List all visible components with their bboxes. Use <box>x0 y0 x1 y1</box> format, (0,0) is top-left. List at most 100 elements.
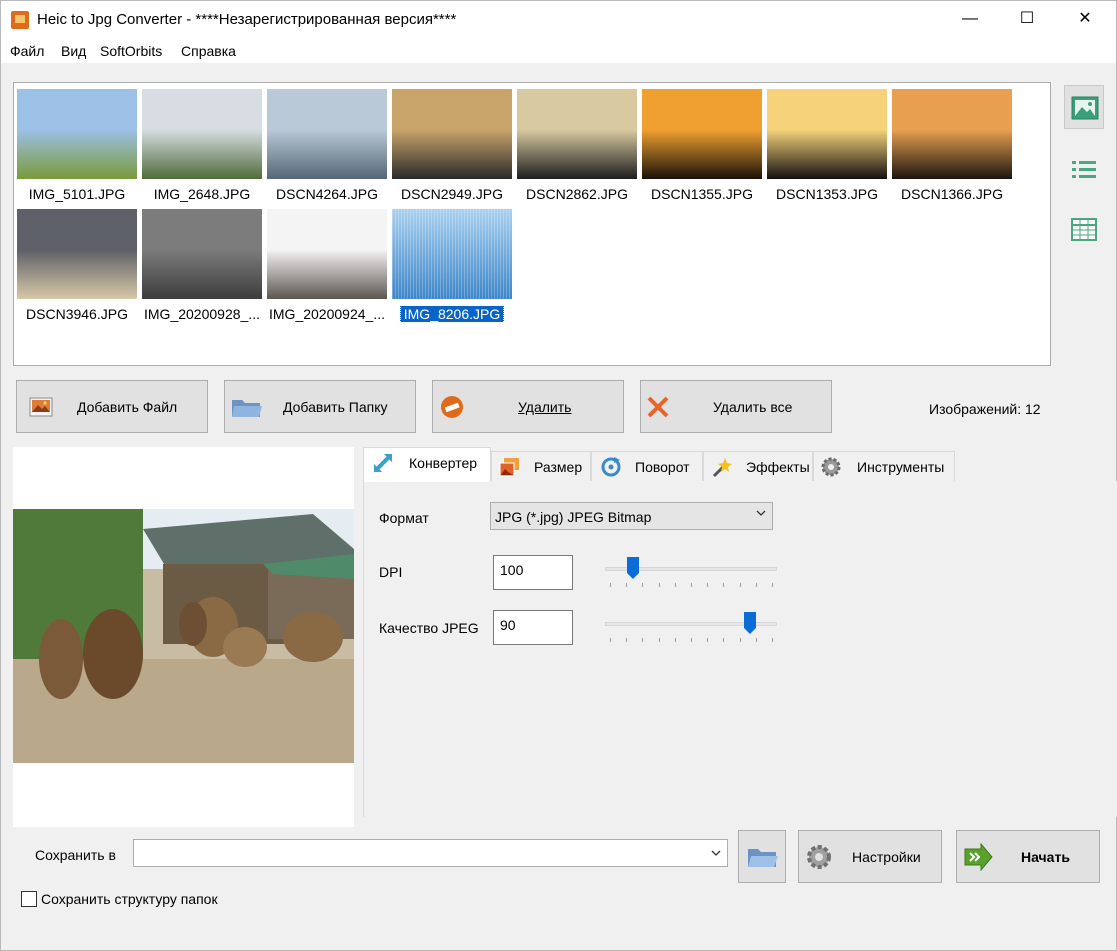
tab-tools[interactable]: Инструменты <box>813 451 955 481</box>
thumbnail-caption: DSCN4264.JPG <box>265 186 389 202</box>
tab-rotate[interactable]: Поворот <box>591 451 703 481</box>
dpi-slider[interactable] <box>605 557 777 587</box>
thumbnail-caption: DSCN3946.JPG <box>15 306 139 322</box>
add-folder-button[interactable]: Добавить Папку <box>224 380 416 433</box>
thumbnail-item[interactable]: IMG_2648.JPG <box>140 83 264 202</box>
thumbnail-image <box>392 209 512 299</box>
thumbnail-item[interactable]: IMG_5101.JPG <box>15 83 139 202</box>
maximize-button[interactable]: ☐ <box>1004 1 1050 39</box>
thumbnail-caption: IMG_20200928_... <box>140 306 264 322</box>
thumbnail-image <box>392 89 512 179</box>
image-list-panel[interactable]: IMG_5101.JPG IMG_2648.JPG DSCN4264.JPG DSCN… <box>13 82 1051 366</box>
slider-tick <box>755 638 757 642</box>
browse-folder-button[interactable] <box>738 830 786 883</box>
thumbnail-image <box>642 89 762 179</box>
thumbnail-image <box>17 89 137 179</box>
thumbnail-item[interactable]: DSCN2949.JPG <box>390 83 514 202</box>
thumbnail-item[interactable]: IMG_8206.JPG <box>390 203 514 322</box>
delete-all-label: Удалить все <box>713 399 793 415</box>
image-count: Изображений: 12 <box>929 401 1041 417</box>
thumbnail-filename: IMG_20200924_... <box>269 306 385 322</box>
thumbnail-caption: DSCN1355.JPG <box>640 186 764 202</box>
quality-slider[interactable] <box>605 612 777 642</box>
close-button[interactable]: ✕ <box>1062 1 1108 39</box>
menu-file[interactable]: Файл <box>10 43 44 59</box>
tab-resize-label: Размер <box>534 459 583 475</box>
thumbnail-item[interactable]: DSCN4264.JPG <box>265 83 389 202</box>
settings-button[interactable]: Настройки <box>798 830 942 883</box>
thumbnail-image <box>17 209 137 299</box>
gear-icon <box>807 845 831 869</box>
title-bar[interactable]: Heic to Jpg Converter - ****Незарегистри… <box>1 1 1116 39</box>
window-title: Heic to Jpg Converter - ****Незарегистри… <box>37 11 457 28</box>
delete-button[interactable]: Удалить <box>432 380 624 433</box>
quality-value: 90 <box>500 617 516 633</box>
thumbnail-image <box>517 89 637 179</box>
tab-effects[interactable]: Эффекты <box>703 451 813 481</box>
delete-all-button[interactable]: Удалить все <box>640 380 832 433</box>
tab-tools-label: Инструменты <box>857 459 945 475</box>
save-path-combo[interactable] <box>133 839 728 867</box>
menu-view[interactable]: Вид <box>61 43 86 59</box>
save-to-label: Сохранить в <box>35 847 116 863</box>
slider-tick <box>755 583 757 587</box>
thumbnail-item[interactable]: DSCN1353.JPG <box>765 83 889 202</box>
thumbnail-image <box>767 89 887 179</box>
dpi-value: 100 <box>500 562 524 578</box>
slider-tick <box>723 638 725 642</box>
thumbnail-caption: DSCN1366.JPG <box>890 186 1014 202</box>
thumbnail-filename: IMG_8206.JPG <box>399 306 505 322</box>
tab-rotate-label: Поворот <box>635 459 690 475</box>
folder-icon <box>232 400 262 417</box>
add-file-button[interactable]: Добавить Файл <box>16 380 208 433</box>
slider-tick <box>610 583 611 587</box>
thumbnail-item[interactable]: DSCN3946.JPG <box>15 203 139 322</box>
slider-tick <box>626 583 628 587</box>
thumbnail-filename: DSCN2949.JPG <box>401 186 503 202</box>
thumbnail-image <box>142 89 262 179</box>
menu-bar: Файл Вид SoftOrbits Справка <box>1 39 1116 63</box>
thumbnail-item[interactable]: IMG_20200924_... <box>265 203 389 322</box>
slider-tick <box>674 638 676 642</box>
tab-effects-label: Эффекты <box>746 459 810 475</box>
minimize-button[interactable]: — <box>947 1 993 39</box>
thumbnail-image <box>267 89 387 179</box>
preview-image <box>13 509 354 763</box>
slider-thumb[interactable] <box>627 557 640 579</box>
table-view-button[interactable] <box>1064 209 1104 253</box>
thumbnail-item[interactable]: DSCN1355.JPG <box>640 83 764 202</box>
thumbnail-item[interactable]: DSCN2862.JPG <box>515 83 639 202</box>
start-button[interactable]: Начать <box>956 830 1100 883</box>
quality-input[interactable]: 90 <box>493 610 573 645</box>
thumbnail-caption: DSCN1353.JPG <box>765 186 889 202</box>
slider-tick <box>739 583 741 587</box>
slider-tick <box>626 638 628 642</box>
thumbnail-view-button[interactable] <box>1064 85 1104 129</box>
slider-tick <box>772 583 773 587</box>
open-folder-icon <box>748 849 778 867</box>
slider-thumb[interactable] <box>744 612 757 634</box>
format-value: JPG (*.jpg) JPEG Bitmap <box>495 509 652 525</box>
thumbnail-caption: IMG_2648.JPG <box>140 186 264 202</box>
quality-label: Качество JPEG <box>379 620 479 636</box>
magic-wand-icon <box>712 458 732 478</box>
tab-converter[interactable]: Конвертер <box>363 447 491 482</box>
tab-resize[interactable]: Размер <box>491 451 591 481</box>
menu-softorbits[interactable]: SoftOrbits <box>100 43 162 59</box>
slider-tick <box>658 583 660 587</box>
thumbnail-item[interactable]: IMG_20200928_... <box>140 203 264 322</box>
gear-icon <box>821 457 841 477</box>
menu-help[interactable]: Справка <box>181 43 236 59</box>
thumbnail-item[interactable]: DSCN1366.JPG <box>890 83 1014 202</box>
dpi-input[interactable]: 100 <box>493 555 573 590</box>
thumbnail-filename: DSCN1353.JPG <box>776 186 878 202</box>
start-label: Начать <box>1021 849 1070 865</box>
app-window: Heic to Jpg Converter - ****Незарегистри… <box>0 0 1117 951</box>
slider-tick <box>707 638 709 642</box>
slider-tick <box>739 638 741 642</box>
thumbnail-caption: IMG_20200924_... <box>265 306 389 322</box>
slider-tick <box>642 638 644 642</box>
list-view-button[interactable] <box>1064 149 1104 193</box>
format-select[interactable]: JPG (*.jpg) JPEG Bitmap <box>490 502 773 530</box>
keep-structure-checkbox[interactable] <box>21 891 37 907</box>
